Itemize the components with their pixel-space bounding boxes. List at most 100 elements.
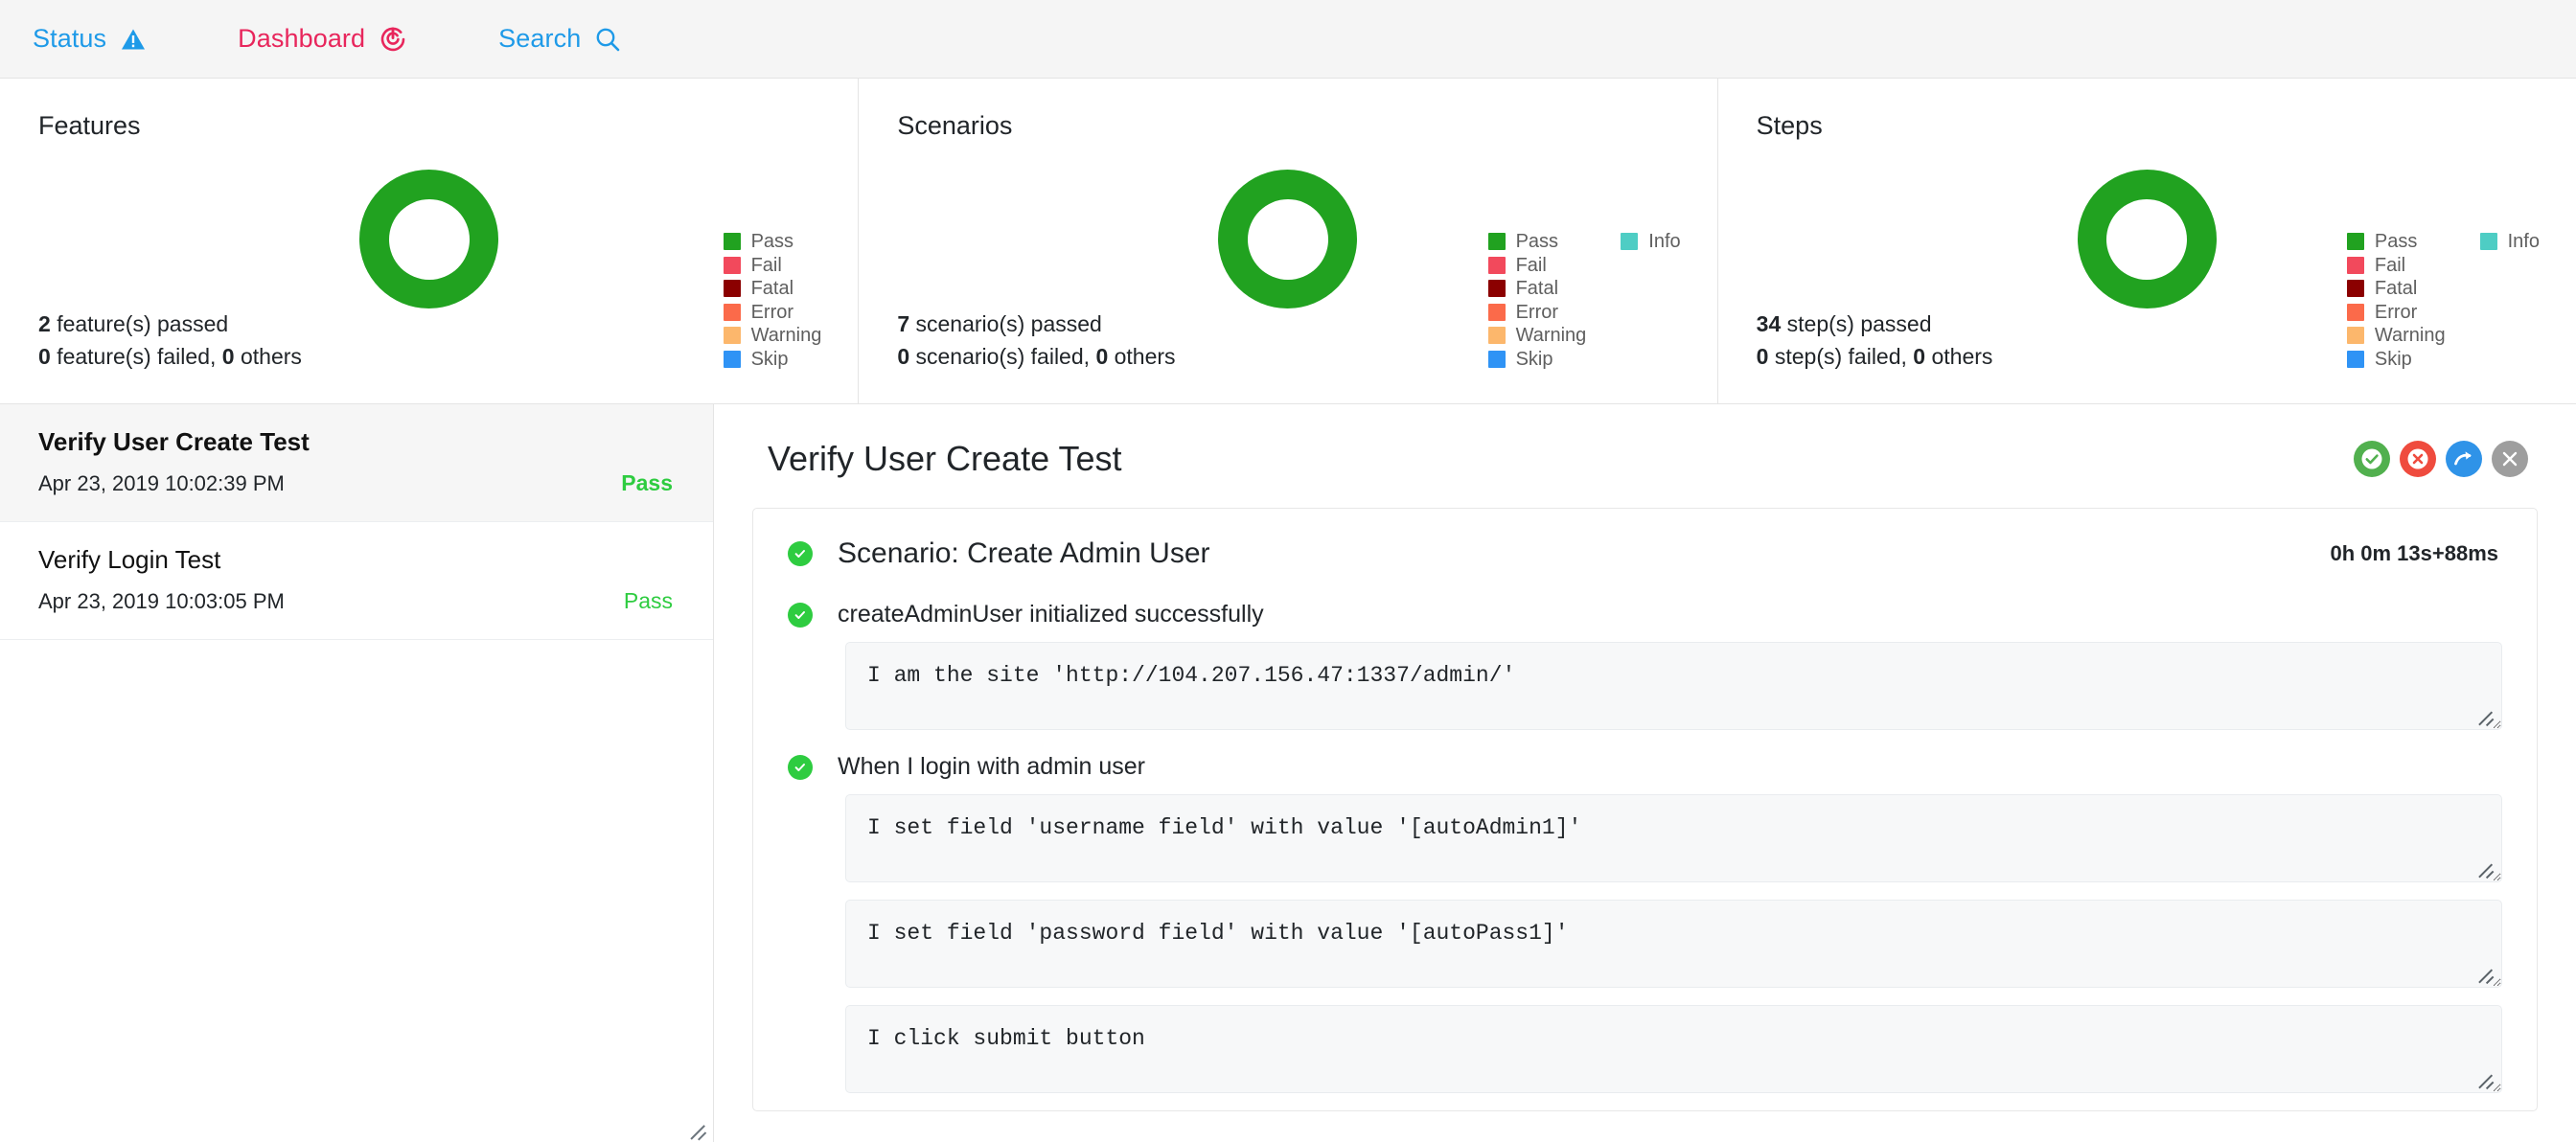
test-list-item-verify-user-create[interactable]: Verify User Create Test Apr 23, 2019 10:…: [0, 404, 713, 522]
legend-swatch-error: [1487, 303, 1506, 321]
step-body: I set field 'username field' with value …: [788, 794, 2502, 1093]
legend-label-error: Error: [2374, 301, 2418, 323]
card-steps: Steps Pass Fail Fatal Error Warning Skip…: [1717, 79, 2576, 404]
legend-label-fatal: Fatal: [1515, 278, 1559, 300]
legend-item-error[interactable]: Error: [723, 301, 822, 325]
features-failed-text: feature(s) failed,: [57, 343, 217, 369]
test-list-item-verify-login[interactable]: Verify Login Test Apr 23, 2019 10:03:05 …: [0, 522, 713, 640]
warning-triangle-icon: [121, 28, 146, 51]
legend-swatch-warning: [1487, 327, 1506, 345]
legend-label-error: Error: [1515, 301, 1559, 323]
legend-item-fatal[interactable]: Fatal: [723, 277, 822, 301]
steps-passed-text: step(s) passed: [1786, 310, 1932, 336]
legend-item-warning[interactable]: Warning: [723, 324, 822, 348]
redo-arrow-icon[interactable]: [2446, 441, 2482, 477]
card-scenarios-title: Scenarios: [897, 111, 1013, 140]
legend-item-fail[interactable]: Fail: [1487, 254, 1587, 278]
legend-item-fatal[interactable]: Fatal: [2346, 277, 2446, 301]
card-steps-title: Steps: [1756, 111, 1823, 140]
step-pass-check-icon: [788, 602, 813, 628]
scenario-duration: 0h 0m 13s+88ms: [2330, 541, 2498, 565]
test-name: Verify Login Test: [38, 545, 221, 574]
legend-item-fail[interactable]: Fail: [723, 254, 822, 278]
legend-label-skip: Skip: [750, 348, 789, 370]
step-code-text: I set field 'username field' with value …: [867, 815, 1582, 840]
features-failed-count: 0: [38, 343, 51, 369]
step-header[interactable]: When I login with admin user: [788, 747, 2502, 794]
legend-item-pass[interactable]: Pass: [1487, 230, 1587, 254]
legend-item-skip[interactable]: Skip: [1487, 348, 1587, 372]
step-code-text: I am the site 'http://104.207.156.47:133…: [867, 663, 1516, 688]
check-circle-icon[interactable]: [2354, 441, 2390, 477]
legend-swatch-fail: [1487, 256, 1506, 274]
nav-item-dashboard[interactable]: Dashboard: [238, 26, 406, 53]
step-header[interactable]: createAdminUser initialized successfully: [788, 595, 2502, 642]
legend-item-error[interactable]: Error: [2346, 301, 2446, 325]
step-code-block[interactable]: I click submit button: [845, 1005, 2502, 1093]
legend-label-fail: Fail: [1515, 254, 1547, 276]
legend-swatch-error: [2346, 303, 2364, 321]
x-circle-icon[interactable]: [2400, 441, 2436, 477]
step-code-block[interactable]: I set field 'username field' with value …: [845, 794, 2502, 882]
card-features-title: Features: [38, 111, 141, 140]
legend-item-info[interactable]: Info: [1621, 230, 1681, 254]
features-passed-text: feature(s) passed: [57, 310, 229, 336]
legend-item-pass[interactable]: Pass: [723, 230, 822, 254]
test-name: Verify User Create Test: [38, 427, 310, 456]
legend-swatch-warning: [723, 327, 741, 345]
code-resize-grip[interactable]: [2476, 705, 2496, 724]
legend-item-warning[interactable]: Warning: [1487, 324, 1587, 348]
test-detail-pane: Verify User Create Test Scenario: Create…: [714, 404, 2576, 1142]
legend-label-error: Error: [750, 301, 794, 323]
step-code-text: I click submit button: [867, 1026, 1145, 1051]
legend-label-fatal: Fatal: [2374, 278, 2418, 300]
nav-item-search-label: Search: [498, 24, 582, 53]
code-resize-grip[interactable]: [2476, 1068, 2496, 1087]
close-icon[interactable]: [2492, 441, 2528, 477]
step-title: createAdminUser initialized successfully: [838, 601, 1264, 628]
legend-item-info[interactable]: Info: [2479, 230, 2540, 254]
nav-item-search[interactable]: Search: [498, 26, 620, 52]
legend-item-fatal[interactable]: Fatal: [1487, 277, 1587, 301]
target-dashboard-icon: [380, 26, 406, 53]
legend-label-info: Info: [1648, 231, 1681, 253]
legend-label-fatal: Fatal: [750, 278, 794, 300]
nav-item-status[interactable]: Status: [33, 26, 146, 52]
scenarios-others-count: 0: [1095, 343, 1109, 369]
page-title: Verify User Create Test: [768, 439, 1122, 478]
legend-item-fail[interactable]: Fail: [2346, 254, 2446, 278]
legend-swatch-pass: [2346, 233, 2364, 251]
nav-item-dashboard-label: Dashboard: [238, 24, 366, 53]
steps-failed-count: 0: [1756, 343, 1769, 369]
legend-item-error[interactable]: Error: [1487, 301, 1587, 325]
detail-action-buttons: [2354, 441, 2528, 477]
legend-swatch-pass: [723, 233, 741, 251]
step-code-block[interactable]: I am the site 'http://104.207.156.47:133…: [845, 642, 2502, 730]
code-resize-grip[interactable]: [2476, 963, 2496, 982]
code-resize-grip[interactable]: [2476, 857, 2496, 877]
legend-item-warning[interactable]: Warning: [2346, 324, 2446, 348]
card-scenarios: Scenarios Pass Fail Fatal Error Warning …: [859, 79, 1718, 404]
legend-label-warning: Warning: [1515, 325, 1587, 347]
legend-item-pass[interactable]: Pass: [2346, 230, 2446, 254]
legend-item-skip[interactable]: Skip: [2346, 348, 2446, 372]
card-scenarios-summary: 7 scenario(s) passed 0 scenario(s) faile…: [897, 308, 1175, 373]
legend-item-skip[interactable]: Skip: [723, 348, 822, 372]
legend-swatch-error: [723, 303, 741, 321]
card-steps-summary: 34 step(s) passed 0 step(s) failed, 0 ot…: [1757, 308, 1993, 373]
legend-swatch-info: [1621, 233, 1639, 251]
step-code-block[interactable]: I set field 'password field' with value …: [845, 900, 2502, 988]
legend-label-info: Info: [2507, 231, 2540, 253]
test-list-sidebar: Verify User Create Test Apr 23, 2019 10:…: [0, 404, 714, 1142]
steps-failed-text: step(s) failed,: [1774, 343, 1907, 369]
steps-others-text: others: [1931, 343, 1993, 369]
legend-label-warning: Warning: [2374, 325, 2446, 347]
card-features-summary: 2 feature(s) passed 0 feature(s) failed,…: [38, 308, 302, 373]
card-features: Features Pass Fail Fatal Error Warning S…: [0, 79, 860, 404]
scenario-header[interactable]: Scenario: Create Admin User 0h 0m 13s+88…: [753, 509, 2537, 595]
sidebar-resize-grip[interactable]: [687, 1117, 708, 1138]
steps-others-count: 0: [1913, 343, 1926, 369]
test-status-badge: Pass: [623, 588, 673, 613]
scenarios-failed-count: 0: [897, 343, 910, 369]
legend-label-warning: Warning: [750, 325, 822, 347]
